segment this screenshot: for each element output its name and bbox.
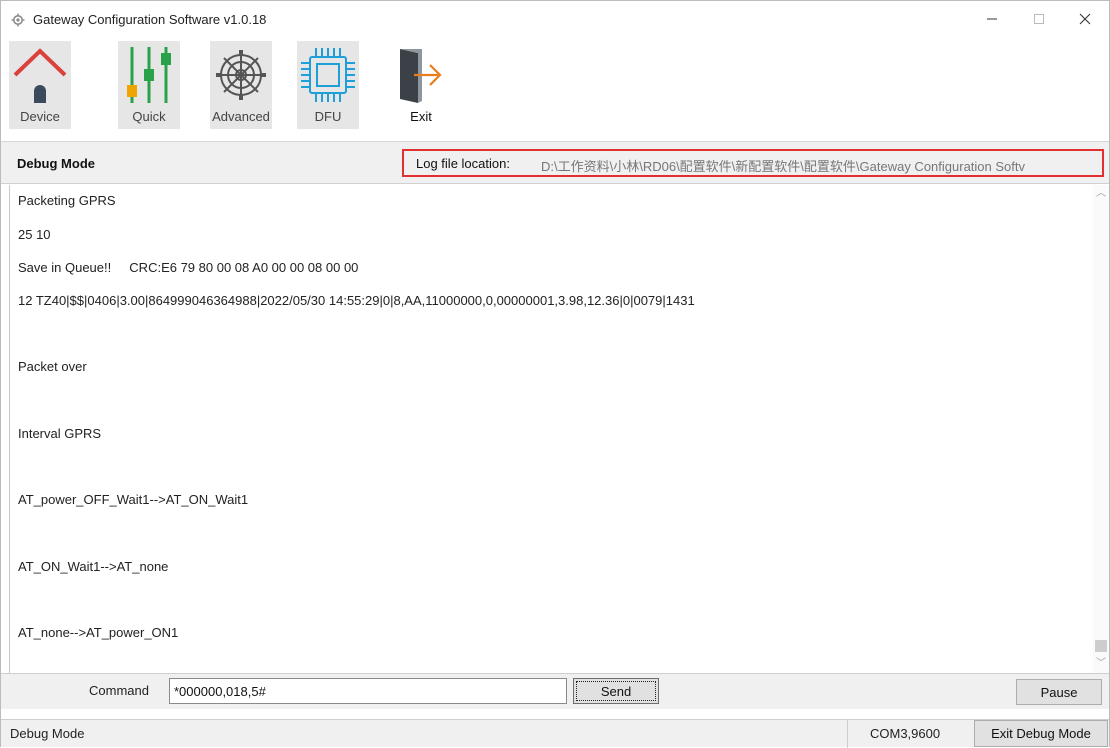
log-line: Save in Queue!! CRC:E6 79 80 00 08 A0 00… <box>18 260 359 275</box>
toolbar-label: Exit <box>410 109 432 124</box>
send-button[interactable]: Send <box>573 678 659 704</box>
page-title: Debug Mode <box>17 156 95 171</box>
maximize-icon <box>1034 14 1044 24</box>
log-line: Packet over <box>18 359 87 374</box>
status-separator <box>847 720 848 748</box>
status-port: COM3,9600 <box>870 726 941 741</box>
main-toolbar: Device Quick Advanced DFU Exit <box>1 39 1109 137</box>
close-icon <box>1079 13 1091 25</box>
close-button[interactable] <box>1062 1 1108 37</box>
minimize-icon <box>987 18 997 20</box>
command-row: Command Send Pause <box>1 673 1109 709</box>
pause-button[interactable]: Pause <box>1016 679 1102 705</box>
sliders-icon <box>127 47 171 103</box>
scrollbar-thumb[interactable] <box>1095 640 1107 652</box>
toolbar-dfu-button[interactable]: DFU <box>297 41 359 129</box>
window-title: Gateway Configuration Software v1.0.18 <box>33 12 267 27</box>
log-file-location-box: Log file location: D:\工作资料\小林\RD06\配置软件\… <box>402 149 1104 177</box>
scroll-down-icon[interactable]: ﹀ <box>1093 655 1109 673</box>
minimize-button[interactable] <box>969 1 1015 37</box>
command-label: Command <box>89 683 149 698</box>
log-line: AT_none-->AT_power_ON1 <box>18 625 179 640</box>
chip-icon <box>301 48 355 102</box>
log-line: 25 10 <box>18 227 51 242</box>
toolbar-advanced-button[interactable]: Advanced <box>210 41 272 129</box>
status-bar: Debug Mode COM3,9600 Exit Debug Mode <box>1 719 1109 748</box>
status-mode: Debug Mode <box>10 726 85 741</box>
log-line: AT_power_OFF_Wait1-->AT_ON_Wait1 <box>18 492 249 507</box>
log-line: 12 TZ40|$$|0406|3.00|864999046364988|202… <box>18 293 695 308</box>
toolbar-device-button[interactable]: Device <box>9 41 71 129</box>
toolbar-label: Device <box>20 109 60 124</box>
title-bar: Gateway Configuration Software v1.0.18 <box>1 1 1109 39</box>
command-input[interactable] <box>169 678 567 704</box>
log-file-path[interactable]: D:\工作资料\小林\RD06\配置软件\新配置软件\配置软件\Gateway … <box>541 156 1025 175</box>
debug-log-output[interactable]: Packeting GPRS 25 10 Save in Queue!! CRC… <box>9 185 1109 673</box>
log-file-label: Log file location: <box>416 156 510 171</box>
log-line: Interval GPRS <box>18 426 102 441</box>
toolbar-exit-button[interactable]: Exit <box>390 41 452 129</box>
toolbar-label: Advanced <box>212 109 270 124</box>
exit-debug-mode-button[interactable]: Exit Debug Mode <box>974 720 1108 747</box>
scroll-up-icon[interactable]: ︿ <box>1093 185 1109 203</box>
log-line: AT_ON_Wait1-->AT_none <box>18 559 169 574</box>
toolbar-label: Quick <box>132 109 166 124</box>
app-window: Gateway Configuration Software v1.0.18 D… <box>0 0 1110 748</box>
log-scrollbar[interactable]: ︿ ﹀ <box>1093 185 1109 673</box>
exit-door-icon <box>400 49 442 103</box>
app-gear-icon <box>11 13 25 27</box>
maximize-button[interactable] <box>1016 1 1062 37</box>
toolbar-label: DFU <box>314 109 342 124</box>
toolbar-quick-button[interactable]: Quick <box>118 41 180 129</box>
log-line: Packeting GPRS <box>18 193 116 208</box>
house-icon <box>13 48 67 103</box>
gear-icon <box>216 50 266 100</box>
mode-header: Debug Mode Log file location: D:\工作资料\小林… <box>1 142 1109 184</box>
